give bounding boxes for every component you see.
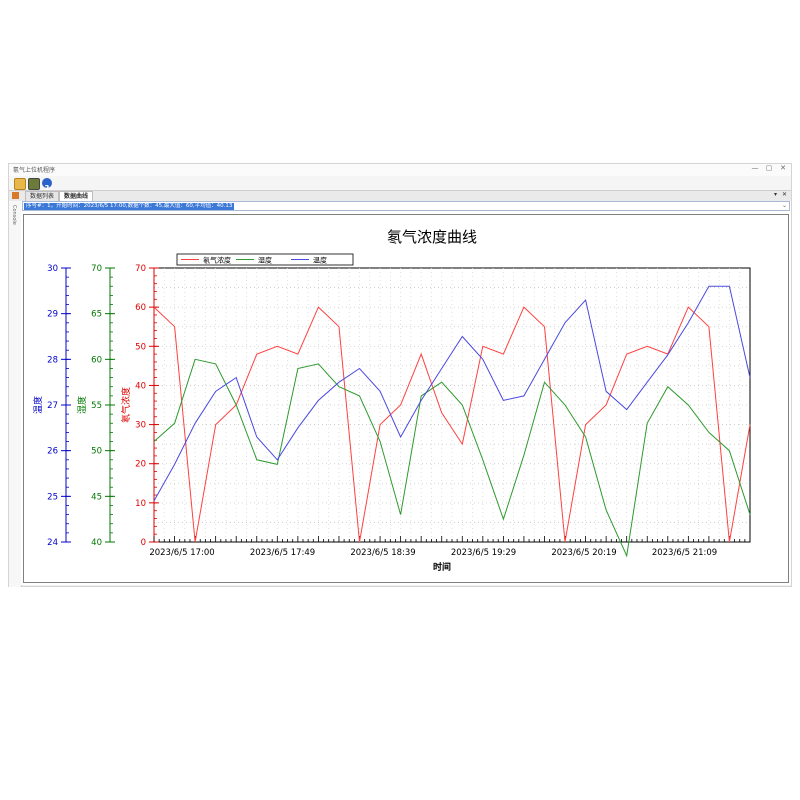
chart-title: 氡气浓度曲线 — [387, 228, 477, 246]
record-info-text: 序号#：1，开始时间：2023/6/5 17:00,数据个数：45,最大值：60… — [24, 203, 235, 210]
y-tick-label-0: 24 — [47, 538, 58, 548]
y-axis-label-2: 氡气浓度 — [120, 387, 132, 423]
open-folder-icon[interactable] — [14, 178, 26, 190]
x-tick-label: 2023/6/5 19:29 — [451, 548, 516, 558]
y-tick-label-2: 70 — [135, 264, 146, 274]
tab-close-icon[interactable]: ✕ — [782, 191, 787, 198]
y-tick-label-1: 45 — [91, 492, 102, 502]
x-tick-label: 2023/6/5 20:19 — [551, 548, 616, 558]
content-area: 序号#：1，开始时间：2023/6/5 17:00,数据个数：45,最大值：60… — [21, 201, 791, 585]
y-tick-label-2: 60 — [135, 303, 146, 313]
y-tick-label-2: 40 — [135, 381, 146, 391]
help-icon[interactable]: ? — [42, 178, 52, 193]
y-tick-label-1: 60 — [91, 355, 102, 365]
legend-label-1: 湿度 — [258, 256, 272, 265]
chevron-down-icon[interactable]: ⌄ — [782, 202, 787, 209]
tab-dropdown-icon[interactable]: ▾ — [774, 191, 777, 198]
tab-data-list[interactable]: 数据列表 — [25, 191, 60, 201]
y-tick-label-2: 20 — [135, 460, 146, 470]
radon-chart: 氡气浓度曲线 24 25 26 27 28 29 30 温度 40 45 50 55 60 65 70 湿度 0 1… — [32, 228, 751, 573]
y-tick-label-0: 29 — [47, 310, 58, 320]
tab-data-curve[interactable]: 数据曲线 — [59, 191, 94, 201]
x-tick-label: 2023/6/5 18:39 — [350, 548, 415, 558]
close-button[interactable]: ✕ — [777, 164, 789, 172]
y-axis-label-1: 湿度 — [76, 396, 88, 414]
y-tick-label-1: 55 — [91, 401, 102, 411]
panel-icon — [12, 192, 19, 199]
y-tick-label-2: 0 — [141, 538, 146, 548]
y-tick-label-2: 10 — [135, 499, 146, 509]
y-tick-label-0: 27 — [47, 401, 58, 411]
y-tick-label-0: 30 — [47, 264, 58, 274]
y-tick-label-1: 65 — [91, 310, 102, 320]
y-tick-label-1: 40 — [91, 538, 102, 548]
y-tick-label-0: 25 — [47, 492, 58, 502]
chart-panel: 氡气浓度曲线 24 25 26 27 28 29 30 温度 40 45 50 55 60 65 70 湿度 0 1… — [23, 214, 789, 583]
export-icon[interactable] — [28, 178, 40, 190]
y-tick-label-0: 28 — [47, 355, 58, 365]
x-tick-label: 2023/6/5 21:09 — [652, 548, 717, 558]
sidebar-label: Console — [11, 205, 17, 225]
x-axis-label: 时间 — [433, 561, 451, 573]
y-tick-label-2: 30 — [135, 421, 146, 431]
toolbar: ? — [9, 176, 791, 193]
x-tick-label: 2023/6/5 17:49 — [250, 548, 315, 558]
maximize-button[interactable]: ▢ — [763, 164, 775, 172]
record-selector[interactable]: 序号#：1，开始时间：2023/6/5 17:00,数据个数：45,最大值：60… — [22, 201, 790, 211]
y-axis-label-0: 温度 — [32, 396, 44, 414]
y-tick-label-0: 26 — [47, 447, 58, 457]
legend-label-0: 氡气浓度 — [203, 256, 231, 265]
main-window: 氡气上位机程序 — ▢ ✕ ? 数据列表 数据曲线 ▾ ✕ Console 序号… — [8, 163, 792, 587]
y-tick-label-1: 70 — [91, 264, 102, 274]
legend-label-2: 温度 — [313, 256, 327, 265]
x-tick-label: 2023/6/5 17:00 — [149, 548, 214, 558]
y-tick-label-2: 50 — [135, 342, 146, 352]
window-title: 氡气上位机程序 — [13, 167, 56, 174]
y-tick-label-1: 50 — [91, 447, 102, 457]
title-bar: 氡气上位机程序 — ▢ ✕ — [9, 164, 791, 176]
minimize-button[interactable]: — — [749, 164, 761, 172]
